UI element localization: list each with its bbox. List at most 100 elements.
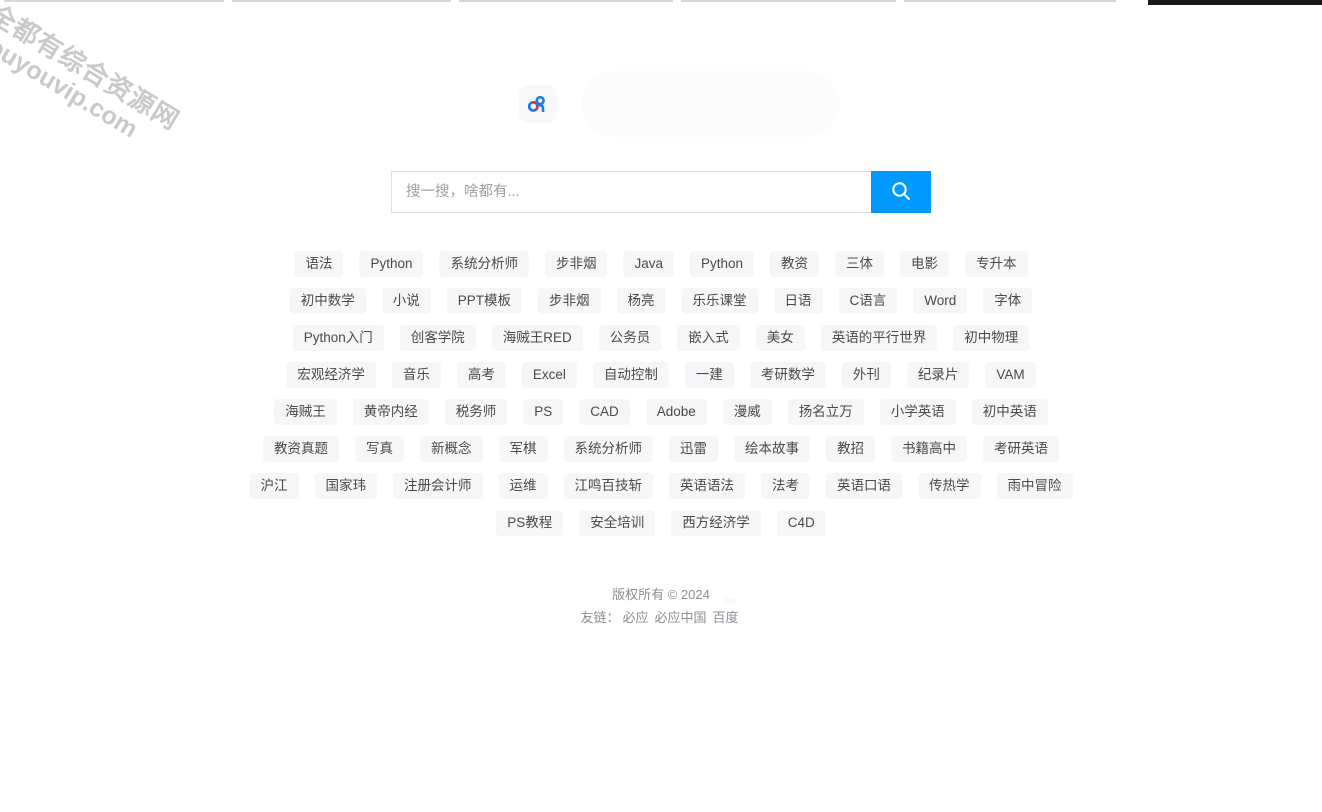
hot-keyword-tag[interactable]: 日语	[773, 288, 823, 314]
hot-keyword-tag[interactable]: 美女	[755, 325, 805, 351]
tag-row: PS教程 安全培训 西方经济学 C4D	[241, 510, 1081, 536]
search-input[interactable]	[391, 171, 871, 213]
hot-keyword-tag[interactable]: 安全培训	[579, 510, 656, 536]
hot-keyword-tag[interactable]: 英语的平行世界	[820, 325, 938, 351]
hot-keyword-tag[interactable]: Word	[913, 288, 968, 314]
hot-keyword-tag[interactable]: 注册会计师	[393, 473, 483, 499]
hot-keyword-tag[interactable]: 系统分析师	[439, 251, 529, 277]
tag-row: 宏观经济学 音乐 高考 Excel 自动控制 一建 考研数学 外刊 纪录片 VAM	[241, 362, 1081, 388]
hot-keyword-tag[interactable]: Python入门	[292, 325, 384, 351]
search-button[interactable]	[871, 171, 931, 213]
hot-keyword-tag[interactable]: 外刊	[841, 362, 891, 388]
hot-keyword-tag[interactable]: 传热学	[918, 473, 981, 499]
hot-keyword-tag[interactable]: 乐乐课堂	[681, 288, 758, 314]
hot-keyword-tag[interactable]: Adobe	[645, 399, 707, 425]
hot-keyword-tag[interactable]: 新概念	[420, 436, 483, 462]
hot-keyword-tag[interactable]: CAD	[579, 399, 630, 425]
hot-keyword-tag[interactable]: 江鸣百技斩	[563, 473, 653, 499]
browser-tab-5[interactable]	[904, 0, 1116, 2]
browser-tab-2[interactable]	[232, 0, 451, 2]
logo-block	[0, 72, 1322, 142]
hot-keyword-tag[interactable]: 初中数学	[289, 288, 366, 314]
hot-keyword-tag[interactable]: 法考	[761, 473, 810, 499]
hot-keyword-tag[interactable]: 电影	[900, 251, 950, 277]
hot-keyword-tag[interactable]: 国家玮	[314, 473, 377, 499]
friendly-link[interactable]: 必应中国	[655, 610, 707, 625]
hot-keyword-tag[interactable]: PPT模板	[446, 288, 522, 314]
hot-keyword-tag[interactable]: 初中英语	[971, 399, 1048, 425]
hot-keyword-tag[interactable]: 绘本故事	[734, 436, 810, 462]
hot-keyword-tag[interactable]: 步非烟	[538, 288, 601, 314]
hot-keyword-tag[interactable]: 漫威	[722, 399, 772, 425]
page-footer: 版权所有 © 2024 友链： 必应 必应中国 百度	[0, 583, 1322, 629]
hot-keyword-tag[interactable]: PS教程	[496, 510, 564, 536]
browser-tab-3[interactable]	[459, 0, 673, 2]
hot-keyword-tag[interactable]: 专升本	[965, 251, 1028, 277]
page-root: 全都有综合资源网 douyouvip.com 搜一搜，啥都有... 语法 Pyt…	[0, 0, 1322, 812]
hot-keyword-tag[interactable]: 税务师	[444, 399, 508, 425]
hot-keyword-tag[interactable]: 教资真题	[263, 436, 339, 462]
hot-keyword-tag[interactable]: 小说	[381, 288, 431, 314]
hot-keyword-tag[interactable]: VAM	[985, 362, 1036, 388]
hot-keyword-tag[interactable]: 语法	[294, 251, 344, 277]
hot-keyword-tag[interactable]: 教资	[770, 251, 820, 277]
hot-keyword-tag[interactable]: 系统分析师	[563, 436, 653, 462]
hot-keyword-tag[interactable]: 英语口语	[826, 473, 902, 499]
friendly-links-list: 必应 必应中国 百度	[619, 610, 741, 625]
friendly-link[interactable]: 必应	[622, 610, 648, 625]
hot-keyword-tag[interactable]: 教招	[826, 436, 875, 462]
logo-title-placeholder	[583, 72, 838, 136]
hot-keyword-tag[interactable]: 三体	[835, 251, 885, 277]
browser-tab-4[interactable]	[681, 0, 896, 2]
hot-keyword-tag[interactable]: 杨亮	[616, 288, 666, 314]
hot-keyword-tag[interactable]: 创客学院	[399, 325, 476, 351]
hot-keyword-tag[interactable]: 高考	[456, 362, 506, 388]
hot-keyword-tag[interactable]: C语言	[838, 288, 898, 314]
hot-keyword-tag[interactable]: 英语语法	[669, 473, 745, 499]
hot-keyword-tag[interactable]: C4D	[776, 510, 826, 536]
hot-keyword-tag[interactable]: Python	[359, 251, 424, 277]
hot-keyword-tag[interactable]: 西方经济学	[671, 510, 761, 536]
hot-keyword-tag[interactable]: PS	[523, 399, 564, 425]
friendly-links-row: 友链： 必应 必应中国 百度	[0, 606, 1322, 629]
tag-row: 语法 Python 系统分析师 步非烟 Java Python 教资 三体 电影 专升本	[241, 251, 1081, 277]
hot-keyword-tag[interactable]: 音乐	[391, 362, 441, 388]
hot-keyword-tag[interactable]: Python	[690, 251, 755, 277]
hot-keyword-tag[interactable]: 一建	[684, 362, 734, 388]
hot-keyword-tag[interactable]: 小学英语	[879, 399, 956, 425]
browser-window-controls[interactable]	[1148, 0, 1322, 5]
friendly-links-label: 友链：	[580, 610, 620, 625]
hot-keyword-tag[interactable]: 写真	[355, 436, 404, 462]
tag-row: 初中数学 小说 PPT模板 步非烟 杨亮 乐乐课堂 日语 C语言 Word 字体	[241, 288, 1081, 314]
hot-keyword-tag[interactable]: 宏观经济学	[286, 362, 376, 388]
hot-keyword-tag[interactable]: 海贼王RED	[491, 325, 583, 351]
hot-keyword-tag[interactable]: 公务员	[598, 325, 662, 351]
hot-keyword-tag[interactable]: 扬名立万	[787, 399, 864, 425]
hot-keyword-tag[interactable]: Excel	[521, 362, 577, 388]
hot-keyword-tag[interactable]: 考研英语	[983, 436, 1059, 462]
hot-keyword-tag[interactable]: 步非烟	[544, 251, 608, 277]
hot-keyword-tag[interactable]: 字体	[983, 288, 1033, 314]
baidu-pan-logo-icon[interactable]	[519, 85, 557, 123]
hot-keyword-tag[interactable]: 黄帝内经	[352, 399, 429, 425]
hot-keyword-tag[interactable]: 嵌入式	[677, 325, 740, 351]
hot-keyword-tag[interactable]: 考研数学	[749, 362, 826, 388]
hot-keyword-tag[interactable]: 军棋	[498, 436, 548, 462]
hot-keyword-tag[interactable]: 纪录片	[906, 362, 970, 388]
tag-row: 教资真题 写真 新概念 军棋 系统分析师 迅雷 绘本故事 教招 书籍高中 考研英语	[241, 436, 1081, 462]
hot-keyword-tag[interactable]: 迅雷	[669, 436, 718, 462]
hot-keyword-tag[interactable]: 书籍高中	[891, 436, 967, 462]
search-box	[391, 171, 931, 213]
hot-keyword-tag[interactable]: 运维	[498, 473, 548, 499]
site-watermark: 全都有综合资源网 douyouvip.com	[0, 0, 213, 292]
hot-keyword-tag-cloud: 语法 Python 系统分析师 步非烟 Java Python 教资 三体 电影 专升本 初中数学小…	[241, 251, 1081, 547]
tag-row: 沪江 国家玮 注册会计师 运维 江鸣百技斩 英语语法 法考 英语口语 传热学 雨中冒险	[241, 473, 1081, 499]
browser-tab-1[interactable]	[4, 0, 224, 2]
hot-keyword-tag[interactable]: 海贼王	[274, 399, 337, 425]
hot-keyword-tag[interactable]: 初中物理	[953, 325, 1030, 351]
hot-keyword-tag[interactable]: 自动控制	[592, 362, 669, 388]
friendly-link[interactable]: 百度	[713, 610, 739, 625]
hot-keyword-tag[interactable]: 沪江	[249, 473, 299, 499]
hot-keyword-tag[interactable]: Java	[623, 251, 675, 277]
hot-keyword-tag[interactable]: 雨中冒险	[996, 473, 1073, 499]
